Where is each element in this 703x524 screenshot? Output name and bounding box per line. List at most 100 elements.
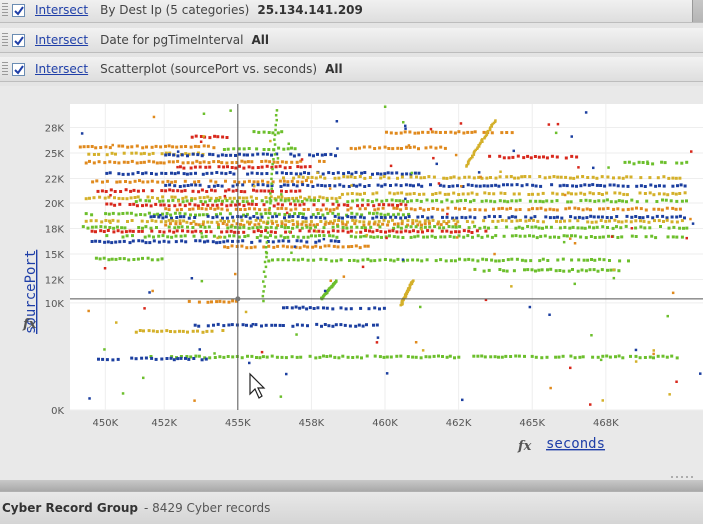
data-point [420, 184, 424, 188]
data-point [387, 147, 391, 150]
data-point [148, 291, 151, 294]
filter-checkbox-date[interactable] [12, 33, 25, 47]
data-point [334, 323, 338, 327]
data-point [387, 203, 391, 207]
data-point [318, 216, 322, 220]
data-point [316, 212, 320, 215]
data-point [202, 160, 206, 164]
data-point [231, 215, 235, 219]
scatterplot-chart[interactable]: 450K 452K 455K 458K 460K 462K 465K 468K0K10K12K… [0, 86, 703, 480]
data-point [375, 211, 379, 215]
data-point [408, 230, 412, 234]
data-point [612, 176, 615, 180]
drag-handle-icon[interactable] [2, 62, 8, 76]
filter-checkbox-scatterplot[interactable] [12, 62, 25, 76]
data-point [209, 206, 213, 210]
data-point [522, 156, 526, 160]
x-tick-label: 452K [151, 418, 177, 429]
data-point [129, 196, 133, 200]
data-point [378, 225, 382, 229]
data-point [595, 225, 599, 229]
data-point [379, 172, 383, 176]
data-point [481, 257, 485, 261]
data-point [548, 207, 552, 211]
data-point [606, 206, 610, 210]
data-point [386, 171, 390, 175]
x-axis-fx-icon[interactable]: fx [517, 439, 532, 454]
data-point [202, 135, 205, 138]
x-axis-label[interactable]: seconds [546, 436, 605, 452]
x-tick-label: 468K [593, 418, 619, 429]
data-point [175, 229, 179, 233]
y-axis-fx-icon[interactable]: fx [22, 317, 37, 332]
data-point [248, 361, 251, 365]
data-point [585, 207, 589, 211]
data-point [671, 191, 675, 195]
data-point [251, 199, 254, 203]
data-point [154, 357, 158, 361]
data-point [145, 220, 149, 224]
intersect-link-scatterplot[interactable]: Intersect [35, 62, 88, 76]
data-point [323, 323, 327, 326]
data-point [463, 207, 467, 210]
intersect-link-date[interactable]: Intersect [35, 33, 88, 47]
data-point [355, 355, 359, 359]
data-point [361, 198, 365, 202]
data-point [323, 184, 327, 188]
data-point [590, 334, 593, 337]
data-point [242, 230, 246, 234]
data-point [621, 208, 625, 212]
data-point [618, 191, 622, 195]
data-point [315, 322, 319, 326]
data-point [243, 208, 247, 211]
data-point [171, 160, 175, 164]
drag-handle-icon[interactable] [2, 3, 8, 17]
row-scroll-handle[interactable] [692, 0, 703, 22]
data-point [499, 170, 502, 173]
data-point [251, 166, 255, 170]
data-point [581, 216, 585, 220]
data-point [537, 268, 541, 272]
data-point [174, 240, 178, 244]
data-point [239, 208, 242, 211]
data-point [167, 199, 170, 203]
data-point [457, 176, 461, 180]
data-point [148, 241, 152, 245]
data-point [672, 225, 676, 229]
data-point [240, 218, 244, 222]
data-point [310, 180, 313, 184]
data-point [217, 198, 221, 202]
data-point [485, 258, 488, 262]
data-point [386, 212, 390, 216]
data-point [216, 135, 220, 139]
intersect-link-dest-ip[interactable]: Intersect [35, 3, 88, 17]
data-point [607, 234, 610, 238]
data-point [379, 216, 383, 219]
data-point [295, 184, 299, 188]
data-point [238, 196, 242, 200]
data-point [286, 226, 290, 229]
data-point [298, 229, 302, 233]
y-tick-label: 0K [51, 406, 64, 417]
resize-grip-icon[interactable] [671, 476, 693, 478]
data-point [144, 356, 148, 360]
data-point [186, 154, 189, 158]
data-point [504, 219, 508, 223]
drag-handle-icon[interactable] [2, 33, 8, 47]
data-point [201, 213, 205, 217]
data-point [671, 206, 675, 210]
data-point [655, 200, 659, 203]
data-point [246, 153, 249, 157]
panel-splitter[interactable] [0, 480, 703, 491]
filter-checkbox-dest-ip[interactable] [12, 3, 25, 17]
data-point [358, 146, 361, 150]
data-point [592, 268, 596, 272]
data-point [180, 153, 184, 157]
data-point [220, 202, 224, 206]
data-point [625, 214, 629, 218]
data-point [533, 155, 537, 158]
data-point [159, 220, 163, 224]
plot-area[interactable] [70, 104, 703, 410]
scatterplot-panel[interactable]: 450K 452K 455K 458K 460K 462K 465K 468K 0K 10K 12K… [0, 86, 703, 480]
data-point [327, 244, 331, 248]
